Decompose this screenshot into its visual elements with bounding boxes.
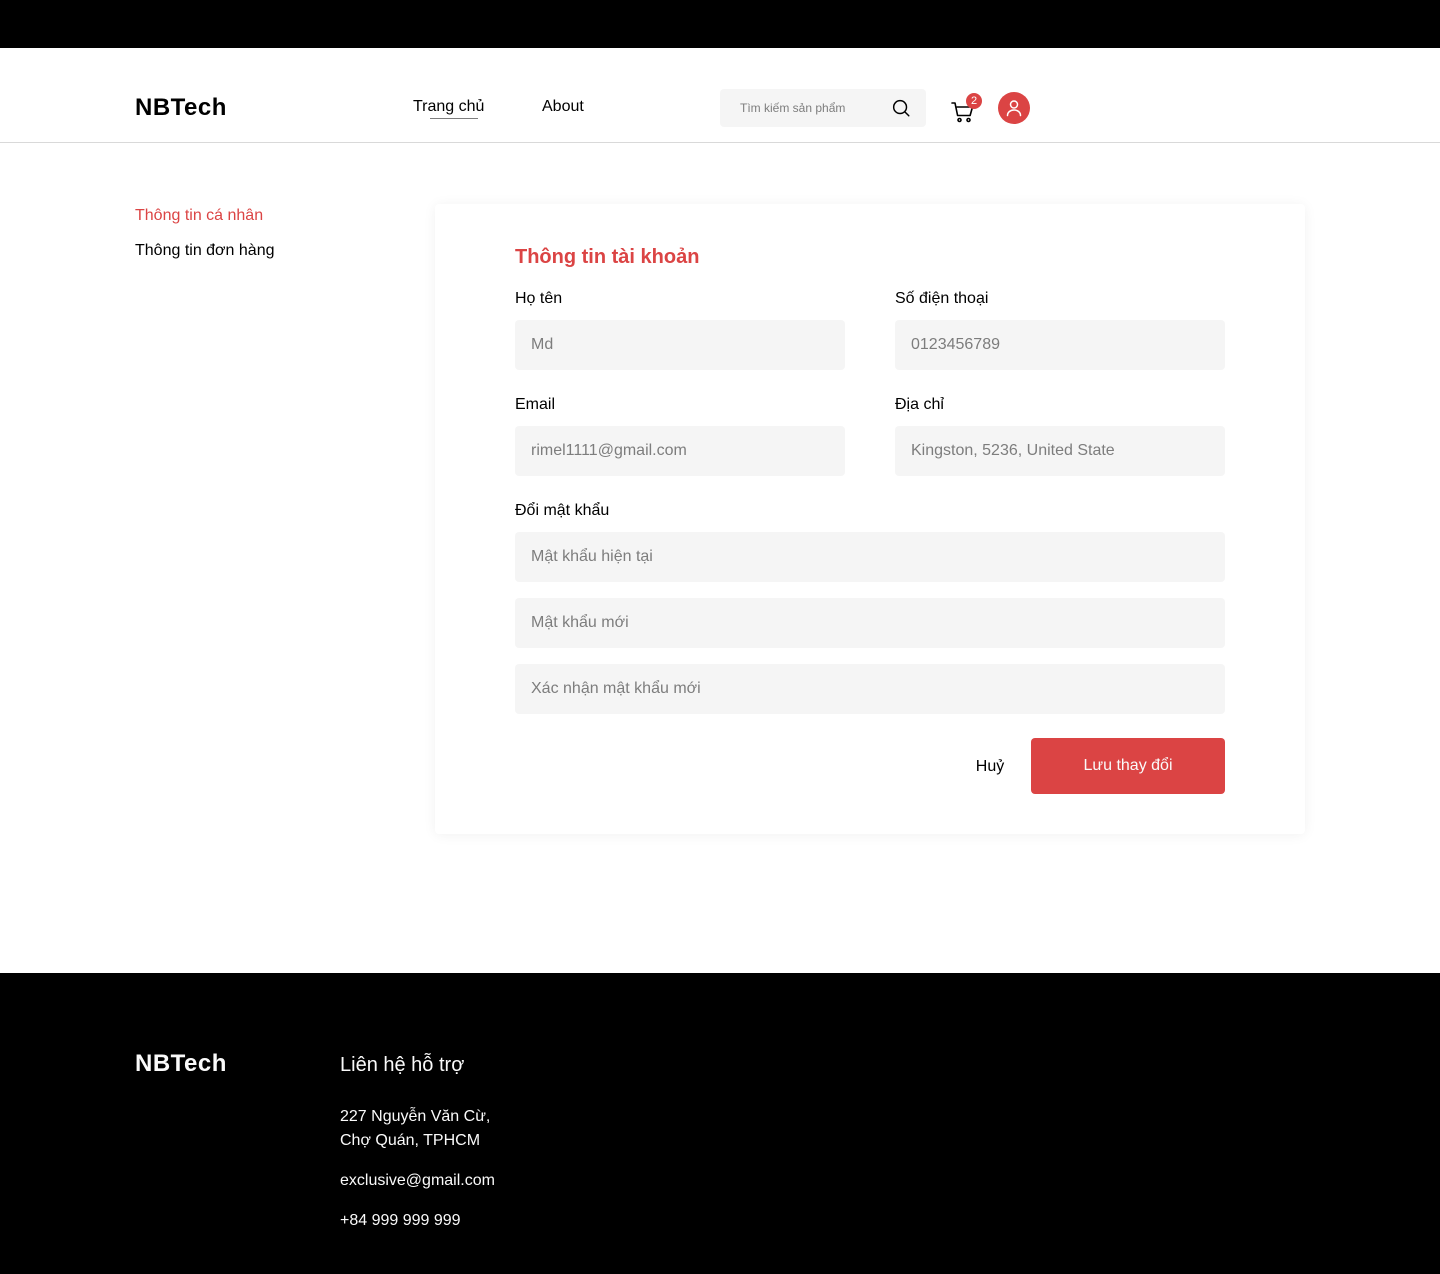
user-icon bbox=[1006, 100, 1022, 117]
footer-logo[interactable]: NBTech bbox=[135, 1050, 227, 1078]
footer-address-line1: 227 Nguyễn Văn Cừ, bbox=[340, 1108, 491, 1125]
name-label: Họ tên bbox=[515, 290, 563, 307]
form-title: Thông tin tài khoản bbox=[515, 246, 700, 268]
nav-home-underline bbox=[430, 118, 478, 119]
search-icon[interactable] bbox=[890, 97, 912, 119]
search-input[interactable] bbox=[740, 99, 890, 117]
phone-field[interactable] bbox=[895, 320, 1225, 370]
name-field[interactable] bbox=[515, 320, 845, 370]
user-avatar-button[interactable] bbox=[998, 92, 1030, 124]
phone-label: Số điện thoại bbox=[895, 290, 989, 307]
cart-button[interactable]: 2 bbox=[950, 93, 982, 125]
current-password-field[interactable] bbox=[515, 532, 1225, 582]
footer-email-link[interactable]: exclusive@gmail.com bbox=[340, 1169, 495, 1193]
footer-phone-link[interactable]: +84 999 999 999 bbox=[340, 1209, 461, 1233]
change-password-label: Đổi mật khẩu bbox=[515, 502, 610, 519]
email-field[interactable] bbox=[515, 426, 845, 476]
search-box bbox=[720, 89, 926, 127]
address-field[interactable] bbox=[895, 426, 1225, 476]
confirm-password-field[interactable] bbox=[515, 664, 1225, 714]
top-banner bbox=[0, 0, 1440, 48]
address-label: Địa chỉ bbox=[895, 396, 944, 413]
account-info-card: Thông tin tài khoản Họ tên Số điện thoại… bbox=[435, 204, 1305, 834]
cancel-button[interactable]: Huỷ bbox=[955, 755, 1025, 779]
site-footer: NBTech Liên hệ hỗ trợ 227 Nguyễn Văn Cừ,… bbox=[0, 973, 1440, 1274]
header-logo[interactable]: NBTech bbox=[135, 94, 227, 122]
nav-about-link[interactable]: About bbox=[542, 98, 584, 116]
footer-address-line2: Chợ Quán, TPHCM bbox=[340, 1132, 481, 1149]
site-header: NBTech Trang chủ About 2 bbox=[0, 48, 1440, 143]
sidebar-item-personal-info[interactable]: Thông tin cá nhân bbox=[135, 207, 263, 225]
save-changes-button[interactable]: Lưu thay đổi bbox=[1031, 738, 1225, 794]
sidebar-item-order-info[interactable]: Thông tin đơn hàng bbox=[135, 242, 274, 260]
new-password-field[interactable] bbox=[515, 598, 1225, 648]
nav-home-link[interactable]: Trang chủ bbox=[413, 98, 484, 116]
email-label: Email bbox=[515, 396, 556, 413]
footer-support-heading: Liên hệ hỗ trợ bbox=[340, 1054, 465, 1076]
cart-count-badge: 2 bbox=[966, 93, 982, 109]
